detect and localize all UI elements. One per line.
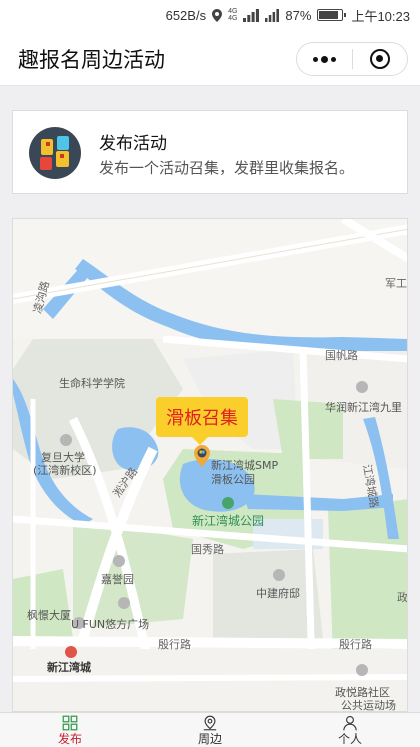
- poi-fudan-icon: [60, 434, 72, 446]
- label-huarun: 华润新江湾九里: [325, 401, 402, 414]
- tab-profile[interactable]: 个人: [280, 713, 420, 747]
- label-park: 新江湾城公园: [192, 514, 265, 528]
- publish-activity-card[interactable]: 发布活动 发布一个活动召集，发群里收集报名。: [12, 110, 408, 194]
- label-skatepark-2: 滑板公园: [211, 473, 255, 486]
- clock: 上午10:23: [351, 8, 410, 24]
- road-guoxiu: 国秀路: [191, 543, 224, 556]
- label-life-science: 生命科学学院: [59, 377, 125, 390]
- publish-card-title: 发布活动: [99, 134, 167, 154]
- tab-nearby[interactable]: 周边: [140, 713, 280, 747]
- road-guofan: 国帆路: [325, 349, 358, 362]
- tab-publish[interactable]: 发布: [0, 713, 140, 747]
- signal-icon: [243, 8, 260, 22]
- battery-fill: [319, 11, 338, 19]
- poi-zhengli-icon: [356, 664, 368, 676]
- activity-logo-icon: [29, 127, 81, 179]
- status-bar: 652B/s 4G 4G 87% 上午10:23: [0, 0, 420, 30]
- activity-callout[interactable]: 滑板召集: [156, 397, 248, 445]
- location-pin-icon: [203, 715, 217, 731]
- map-view[interactable]: 生命科学学院 复旦大学 (江湾新校区) 新江湾城SMP 滑板公园 新江湾城公园 …: [12, 218, 408, 712]
- label-zhongjian: 中建府邸: [256, 587, 300, 600]
- battery-percent: 87%: [285, 7, 312, 23]
- tab-profile-label: 个人: [337, 732, 362, 746]
- poi-huarun-icon: [356, 381, 368, 393]
- nav-bar: 趣报名周边活动: [0, 30, 420, 86]
- road-jungong: 军工: [385, 277, 407, 290]
- label-zhengli-2: 公共运动场: [341, 699, 396, 712]
- activity-marker-icon[interactable]: [194, 445, 210, 467]
- road-yinxing: 殷行路: [158, 638, 191, 651]
- road-yinxing-2: 殷行路: [339, 638, 372, 651]
- poi-zhongjian-icon: [273, 569, 285, 581]
- page-title: 趣报名周边活动: [18, 48, 165, 72]
- road-right-edge: 政: [397, 591, 408, 604]
- more-dots-icon: [312, 55, 336, 63]
- metro-station-icon: [65, 646, 77, 658]
- network-speed: 652B/s: [165, 7, 207, 23]
- publish-card-subtitle: 发布一个活动召集，发群里收集报名。: [99, 159, 355, 177]
- tab-bar: 发布 周边 个人: [0, 712, 420, 747]
- label-fudan-2: (江湾新校区): [33, 464, 97, 477]
- poi-fengjing-icon: [118, 597, 130, 609]
- miniprogram-close-icon: [369, 49, 390, 69]
- tab-nearby-label: 周边: [197, 732, 222, 746]
- miniprogram-capsule: [296, 42, 408, 76]
- person-icon: [343, 715, 357, 731]
- poi-jiayu-icon: [113, 555, 125, 567]
- label-jiayu: 嘉誉园: [101, 573, 134, 586]
- poi-park-icon: [222, 497, 234, 509]
- label-metro: 新江湾城: [47, 661, 91, 674]
- more-button[interactable]: [297, 43, 352, 75]
- location-icon: [212, 8, 223, 22]
- network-type-bottom: 4G: [228, 15, 238, 22]
- grid-icon: [62, 715, 78, 731]
- battery-icon: [317, 9, 347, 21]
- tab-publish-label: 发布: [57, 732, 82, 746]
- signal-icon-2: [265, 8, 280, 22]
- network-type: 4G 4G: [228, 8, 237, 22]
- label-fengjing: 枫憬大厦: [27, 609, 71, 622]
- close-button[interactable]: [353, 43, 408, 75]
- network-type-top: 4G: [228, 8, 238, 15]
- label-ufun: U FUN悠方广场: [71, 618, 150, 631]
